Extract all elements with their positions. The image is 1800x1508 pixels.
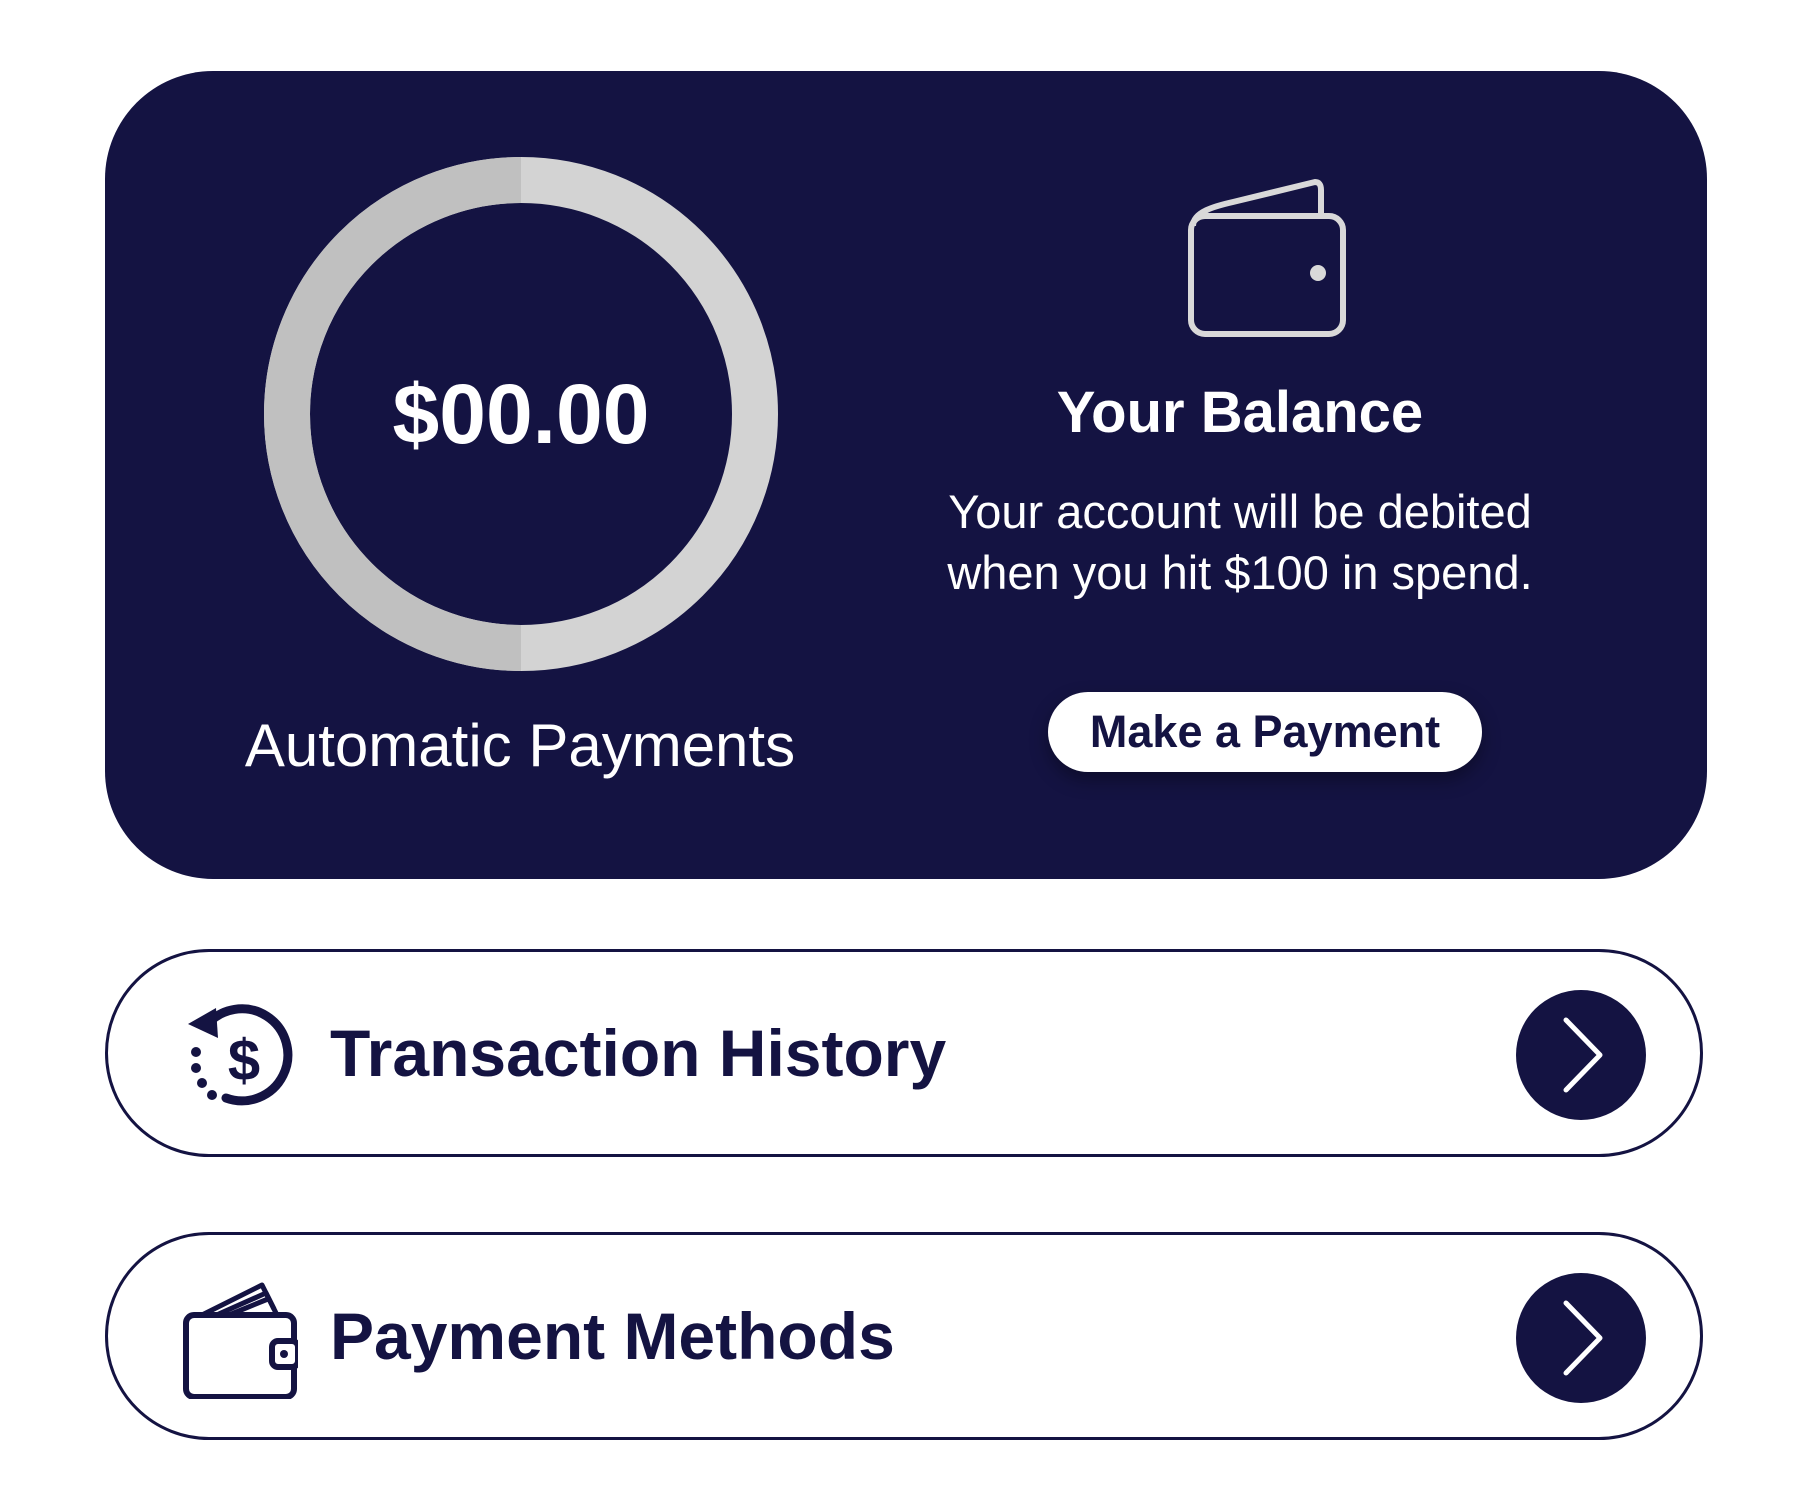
balance-description-line-2: when you hit $100 in spend. xyxy=(947,546,1533,599)
make-payment-button[interactable]: Make a Payment xyxy=(1048,692,1482,772)
dollar-history-icon: $ xyxy=(178,996,298,1116)
chevron-right-icon[interactable] xyxy=(1516,990,1646,1120)
payment-methods-row[interactable]: Payment Methods xyxy=(105,1232,1703,1440)
svg-text:$: $ xyxy=(228,1028,260,1093)
balance-description-line-1: Your account will be debited xyxy=(948,485,1532,538)
wallet-cards-icon xyxy=(178,1279,301,1400)
auto-payment-progress-ring: $00.00 xyxy=(263,156,779,672)
wallet-icon xyxy=(1185,176,1355,346)
payment-methods-label: Payment Methods xyxy=(330,1299,895,1373)
transaction-history-label: Transaction History xyxy=(330,1016,947,1090)
automatic-payments-label: Automatic Payments xyxy=(244,712,796,779)
balance-card: $00.00 Automatic Payments Your Balance Y… xyxy=(105,71,1707,879)
balance-description: Your account will be debited when you hi… xyxy=(865,481,1615,603)
balance-amount: $00.00 xyxy=(392,367,650,461)
transaction-history-row[interactable]: $ Transaction History xyxy=(105,949,1703,1157)
chevron-right-icon[interactable] xyxy=(1516,1273,1646,1403)
balance-title: Your Balance xyxy=(1056,380,1424,445)
